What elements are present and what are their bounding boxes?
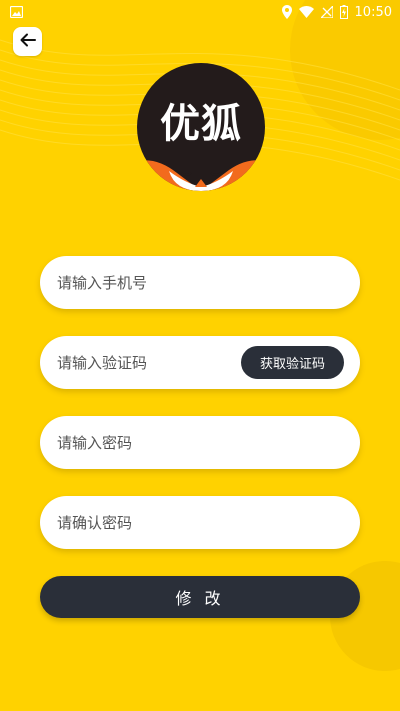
fox-icon [137, 160, 265, 191]
phone-field[interactable] [40, 256, 360, 309]
password-input[interactable] [57, 433, 237, 452]
verification-code-field[interactable]: 获取验证码 [40, 336, 360, 389]
clock-time: 10:50 [354, 4, 392, 20]
modify-submit-button[interactable]: 修 改 [40, 576, 360, 618]
logo-text: 优狐 [160, 101, 242, 147]
arrow-left-icon [20, 32, 36, 51]
phone-input[interactable] [57, 273, 237, 292]
battery-icon [339, 5, 348, 19]
status-bar: 10:50 [0, 0, 400, 24]
image-icon [9, 3, 24, 22]
back-button[interactable] [13, 27, 42, 56]
confirm-password-input[interactable] [57, 513, 237, 532]
confirm-password-field[interactable] [40, 496, 360, 549]
password-field[interactable] [40, 416, 360, 469]
signal-icon [320, 6, 333, 18]
get-code-button[interactable]: 获取验证码 [241, 346, 344, 379]
location-icon [281, 5, 292, 19]
wifi-icon [298, 6, 314, 18]
verification-code-input[interactable] [57, 353, 237, 372]
app-logo: 优狐 [137, 63, 265, 191]
